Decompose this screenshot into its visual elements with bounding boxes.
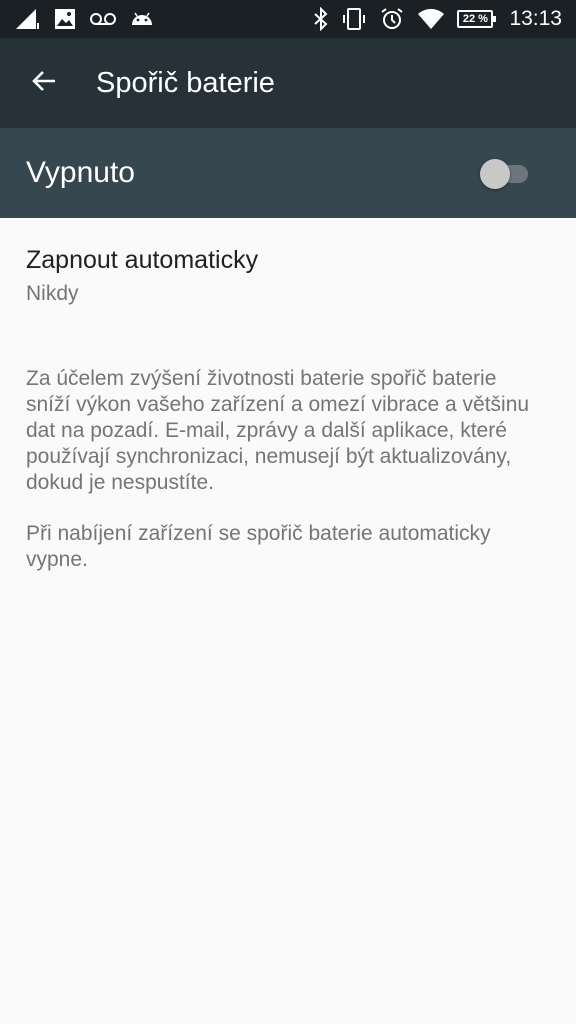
battery-saver-description: Za účelem zvýšení životnosti baterie spo… <box>26 367 530 494</box>
back-button[interactable] <box>20 59 68 107</box>
signal-icon <box>14 7 40 31</box>
charging-note: Při nabíjení zařízení se spořič baterie … <box>26 522 491 571</box>
status-clock: 13:13 <box>509 7 562 30</box>
battery-icon: 22 % <box>457 10 497 28</box>
arrow-back-icon <box>30 67 58 100</box>
image-notification-icon <box>54 8 76 30</box>
status-right-icons: 22 % 13:13 <box>313 0 562 38</box>
status-left-icons <box>14 0 154 38</box>
master-switch-row[interactable]: Vypnuto <box>0 128 576 218</box>
vibrate-icon <box>341 7 367 31</box>
page-title: Spořič baterie <box>96 67 275 99</box>
setting-summary: Nikdy <box>26 282 79 305</box>
battery-saver-toggle[interactable] <box>480 159 532 189</box>
app-bar: Spořič baterie <box>0 38 576 128</box>
android-icon <box>130 11 154 27</box>
battery-percent: 22 % <box>462 12 488 25</box>
bluetooth-icon <box>313 7 329 31</box>
alarm-icon <box>379 7 405 31</box>
voicemail-icon <box>90 12 116 26</box>
toggle-thumb <box>480 159 510 189</box>
setting-title: Zapnout automaticky <box>26 246 259 274</box>
turn-on-automatically-setting[interactable]: Zapnout automaticky Nikdy <box>0 218 576 318</box>
master-switch-label: Vypnuto <box>26 156 135 189</box>
wifi-icon <box>417 7 445 31</box>
status-bar: 22 % 13:13 <box>0 0 576 38</box>
